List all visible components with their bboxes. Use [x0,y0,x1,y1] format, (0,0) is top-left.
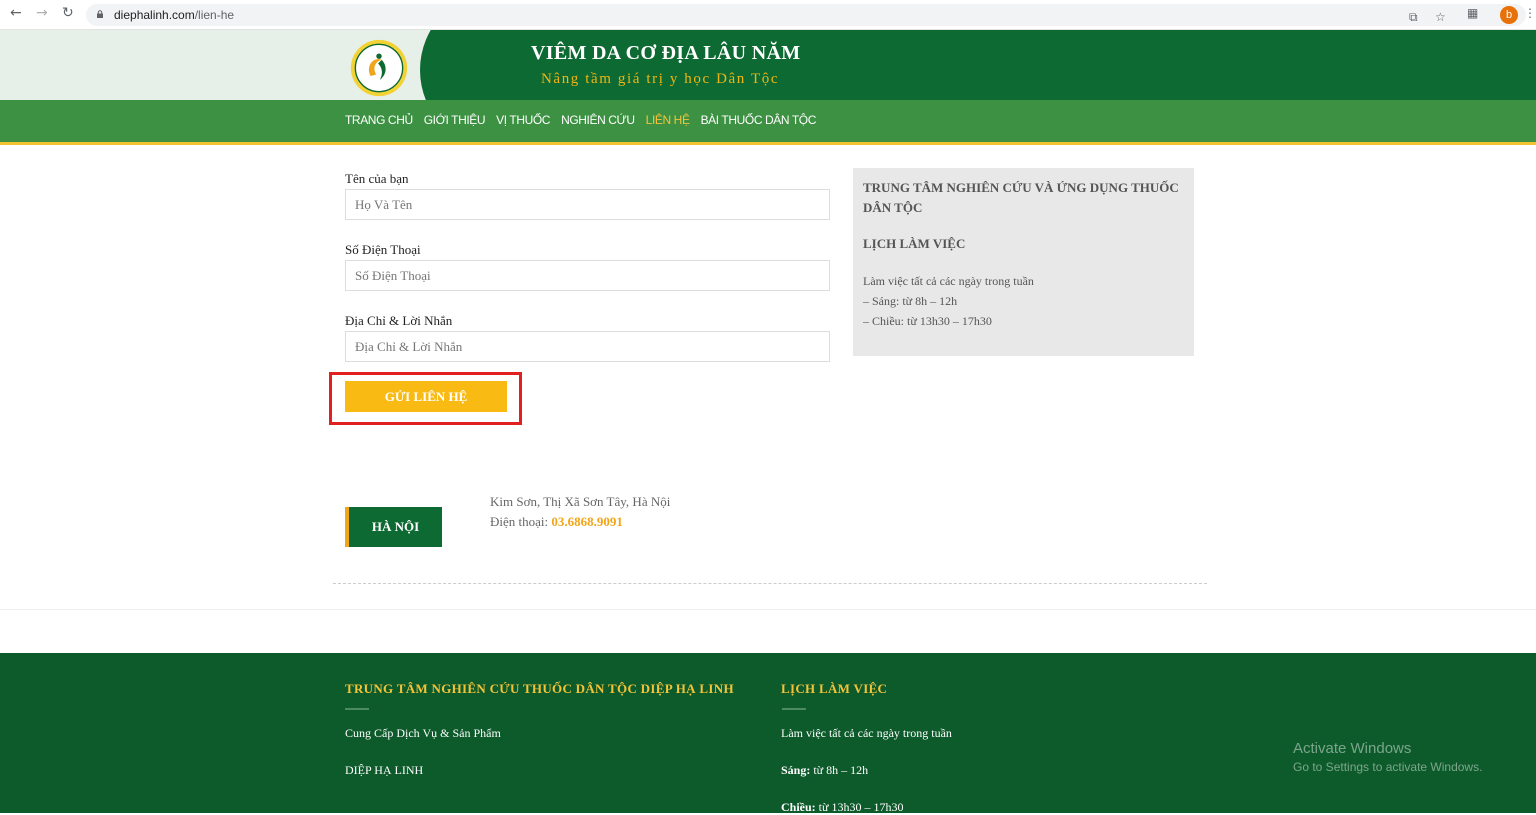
reload-icon[interactable]: ↻ [62,5,74,21]
section-divider [0,609,1536,610]
footer-morning-hours: từ 8h – 12h [810,763,869,777]
footer-col2-title: LỊCH LÀM VIỆC [781,681,888,696]
location-phone: Điện thoại: 03.6868.9091 [490,514,623,530]
info-box: TRUNG TÂM NGHIÊN CỨU VÀ ỨNG DỤNG THUỐC D… [853,168,1194,356]
schedule-line-days: Làm việc tất cả các ngày trong tuần [863,274,1034,288]
footer-afternoon-label: Chiều: [781,800,816,814]
browser-toolbar: ← → ↻ diephalinh.com/lien-he ⧉ ☆ ▦ b ⋮ [0,0,1536,30]
menu-item-research[interactable]: NGHIÊN CỨU [561,113,635,127]
qr-code-icon[interactable]: ▦ [1467,6,1478,20]
footer-afternoon-hours: từ 13h30 – 17h30 [815,800,904,814]
submit-contact-button[interactable]: GỬI LIÊN HỆ [345,381,507,412]
lock-icon [97,10,103,18]
site-title[interactable]: VIÊM DA CƠ ĐỊA LÂU NĂM [531,42,800,65]
menu-item-contact[interactable]: LIÊN HỆ [646,113,690,127]
menu-item-about[interactable]: GIỚI THIỆU [424,113,486,127]
schedule-line-afternoon: – Chiều: từ 13h30 – 17h30 [863,314,992,328]
hanoi-location-button[interactable]: HÀ NỘI [345,507,442,547]
menu-item-home[interactable]: TRANG CHỦ [345,113,413,127]
dashed-divider [333,583,1207,584]
schedule-line-morning: – Sáng: từ 8h – 12h [863,294,958,308]
phone-input[interactable] [345,260,830,291]
footer-col1-rule [345,708,369,710]
phone-number-link[interactable]: 03.6868.9091 [551,514,623,529]
header-curve-decoration [420,30,580,100]
site-footer: TRUNG TÂM NGHIÊN CỨU THUỐC DÂN TỘC DIỆP … [0,653,1536,814]
name-input[interactable] [345,189,830,220]
address-message-input[interactable] [345,331,830,362]
schedule-heading: LỊCH LÀM VIỆC [863,236,966,251]
footer-schedule-days: Làm việc tất cả các ngày trong tuần [781,726,952,740]
header-light-panel [0,30,490,100]
address-bar[interactable]: diephalinh.com/lien-he ⧉ ☆ [86,4,1526,26]
back-icon[interactable]: ← [10,5,22,21]
location-address: Kim Sơn, Thị Xã Sơn Tây, Hà Nội [490,494,671,509]
menu-list: TRANG CHỦ GIỚI THIỆU VỊ THUỐC NGHIÊN CỨU… [345,113,827,127]
forward-icon[interactable]: → [36,5,48,21]
activate-windows-watermark: Activate Windows [1293,740,1412,757]
phone-label: Số Điện Thoại [345,242,421,257]
footer-morning-label: Sáng: [781,763,811,777]
menu-item-medicines[interactable]: VỊ THUỐC [496,113,550,127]
site-logo[interactable] [346,38,412,98]
footer-services-text: Cung Cấp Dịch Vụ & Sản Phẩm [345,726,501,740]
menu-item-remedies[interactable]: BÀI THUỐC DÂN TỘC [701,113,817,127]
footer-brand-text: DIỆP HẠ LINH [345,763,424,777]
activate-windows-hint: Go to Settings to activate Windows. [1293,760,1483,774]
address-label: Địa Chỉ & Lời Nhắn [345,313,453,328]
site-header: VIÊM DA CƠ ĐỊA LÂU NĂM Nâng tầm giá trị … [0,30,1536,100]
url-text: diephalinh.com/lien-he [114,8,235,22]
translate-icon[interactable]: ⧉ [1409,10,1418,25]
footer-col1-title: TRUNG TÂM NGHIÊN CỨU THUỐC DÂN TỘC DIỆP … [345,681,734,696]
info-box-title: TRUNG TÂM NGHIÊN CỨU VÀ ỨNG DỤNG THUỐC D… [863,180,1179,215]
main-navigation: TRANG CHỦ GIỚI THIỆU VỊ THUỐC NGHIÊN CỨU… [0,100,1536,145]
footer-col2-rule [782,708,806,710]
phone-label-text: Điện thoại: [490,514,552,529]
profile-avatar[interactable]: b [1500,6,1518,24]
site-tagline: Nâng tầm giá trị y học Dân Tộc [541,71,780,87]
bookmark-star-icon[interactable]: ☆ [1435,10,1446,24]
footer-schedule-morning: Sáng: từ 8h – 12h [781,763,868,778]
name-label: Tên của bạn [345,171,409,186]
menu-dots-icon[interactable]: ⋮ [1524,6,1536,20]
